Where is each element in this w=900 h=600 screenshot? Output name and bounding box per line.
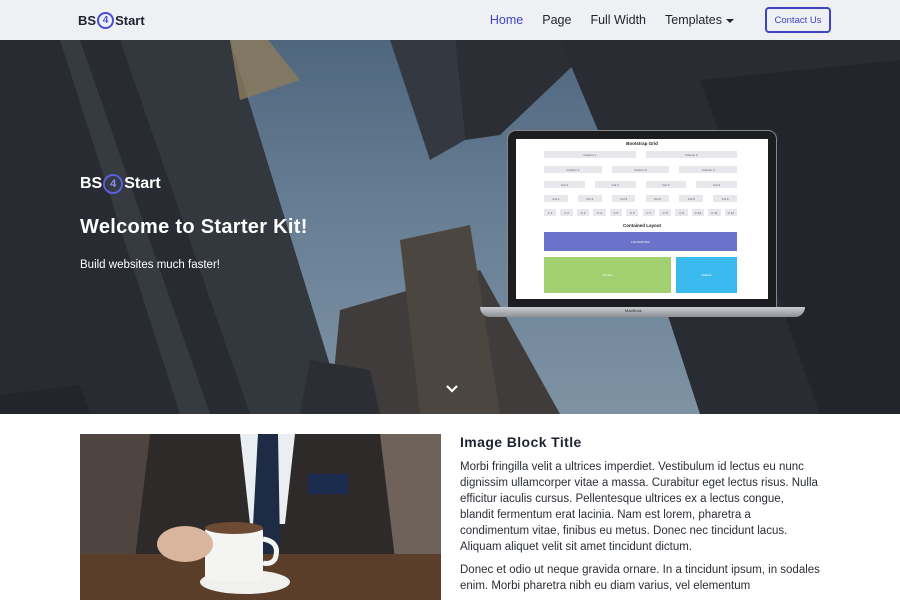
- hero-title: Welcome to Starter Kit!: [80, 216, 308, 238]
- navbar: BS 4 Start Home Page Full Width Template…: [0, 0, 900, 40]
- screen-sidebar-box: Sidebar: [676, 257, 737, 293]
- screen-grid-cell: C 1: [544, 209, 557, 216]
- hero-logo: BS 4 Start: [80, 174, 161, 194]
- screen-grid-cell: C 7: [642, 209, 655, 216]
- screen-full-width-bar: Full Width Bar: [544, 232, 737, 251]
- screen-grid-cell: Col 3: [645, 181, 687, 188]
- screen-grid-cell: C 3: [576, 209, 590, 216]
- chevron-down-icon[interactable]: [445, 382, 459, 396]
- nav-dropdown-templates[interactable]: Templates: [665, 13, 734, 27]
- screen-contained-title: Contained Layout: [623, 223, 661, 228]
- image-block-paragraph-1: Morbi fringilla velit a ultrices imperdi…: [460, 461, 818, 553]
- screen-grid-cell: Column 1: [544, 151, 636, 158]
- image-block-paragraph-2: Donec et odio ut neque gravida ornare. I…: [460, 564, 820, 592]
- screen-grid-cell: C 4: [593, 209, 606, 216]
- screen-grid-cell: Column 1: [544, 166, 602, 173]
- hero-logo-badge: 4: [103, 174, 124, 194]
- screen-grid-cell: Col 4: [645, 195, 670, 202]
- nav-link-home[interactable]: Home: [490, 13, 523, 27]
- brand-badge: 4: [97, 11, 115, 29]
- nav-dropdown-templates-label: Templates: [665, 13, 722, 27]
- screen-grid-cell: Col 5: [679, 195, 704, 202]
- image-block-title: Image Block Title: [460, 434, 582, 450]
- screen-grid-cell: Column 2: [645, 151, 737, 158]
- screen-grid-cell: C 8: [658, 209, 672, 216]
- screen-grid-cell: Col 1: [544, 195, 568, 202]
- laptop-lid: Bootstrap Grid Column 1 Column 2 Column 1 C…: [507, 130, 777, 308]
- screen-grid-cell: C 11: [708, 209, 721, 216]
- suit-coffee-illustration: [80, 434, 441, 600]
- laptop-mockup: Bootstrap Grid Column 1 Column 2 Column 1 C…: [480, 130, 805, 320]
- contact-us-button[interactable]: Contact Us: [765, 7, 831, 33]
- screen-grid-cell: Col 6: [713, 195, 737, 202]
- nav-link-full-width[interactable]: Full Width: [590, 13, 646, 27]
- hero-section: BS 4 Start Welcome to Starter Kit! Build…: [0, 40, 900, 414]
- screen-grid-cell: C 9: [675, 209, 688, 216]
- screen-grid-cell: Col 4: [696, 181, 737, 188]
- laptop-base: [480, 307, 805, 317]
- screen-grid-cell: Col 2: [594, 181, 636, 188]
- nav-link-page[interactable]: Page: [542, 13, 571, 27]
- screen-grid-title: Bootstrap Grid: [626, 141, 658, 146]
- laptop-brand-label: MacBook: [625, 308, 642, 313]
- caret-down-icon: [726, 18, 734, 23]
- hero-logo-post: Start: [124, 175, 161, 192]
- screen-grid-cell: Col 1: [544, 181, 585, 188]
- hero-logo-pre: BS: [80, 175, 103, 192]
- screen-grid-cell: C 2: [560, 209, 573, 216]
- brand-logo[interactable]: BS 4 Start: [78, 10, 145, 30]
- screen-grid-cell: C 5: [609, 209, 623, 216]
- screen-grid-cell: Col 3: [611, 195, 636, 202]
- screen-grid-cell: Column 2: [611, 166, 670, 173]
- laptop-screen: Bootstrap Grid Column 1 Column 2 Column 1 C…: [516, 139, 768, 299]
- screen-content-box: Content: [544, 257, 671, 293]
- screen-grid-cell: Col 2: [577, 195, 602, 202]
- suit-coffee-image: [80, 434, 441, 600]
- screen-grid-cell: Column 3: [679, 166, 737, 173]
- brand-text-post: Start: [115, 12, 145, 28]
- screen-grid-cell: C 6: [626, 209, 639, 216]
- brand-text-pre: BS: [78, 12, 97, 28]
- screen-grid-cell: C 10: [691, 209, 705, 216]
- screen-grid-cell: C 12: [724, 209, 737, 216]
- hero-subtitle: Build websites much faster!: [80, 259, 220, 271]
